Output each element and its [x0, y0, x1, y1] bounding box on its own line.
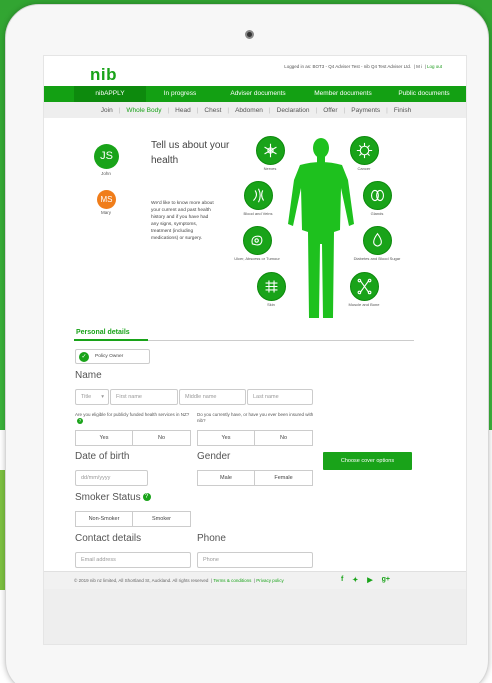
question-insured-nib: Do you currently have, or have you ever … — [197, 412, 314, 423]
member-name-john: John — [101, 171, 111, 176]
step-join[interactable]: Join — [95, 107, 119, 114]
name-heading: Name — [75, 370, 102, 381]
question-public-health: Are you eligible for publicly funded hea… — [75, 412, 190, 424]
facebook-icon[interactable]: f — [341, 576, 343, 584]
public-health-no[interactable]: No — [133, 430, 191, 446]
policy-owner-checkbox[interactable]: ✓ Policy Owner — [75, 349, 150, 364]
gender-male[interactable]: Male — [197, 470, 255, 486]
help-icon[interactable]: ? — [77, 418, 83, 424]
phone-input[interactable]: Phone — [197, 552, 313, 568]
title-select[interactable]: Title ▾ — [75, 389, 109, 405]
nerves-icon — [255, 136, 285, 165]
last-name-input[interactable]: Last name — [247, 389, 313, 405]
category-diabetes[interactable]: Diabetes and Blood Sugar — [349, 226, 405, 261]
contact-heading: Contact details — [75, 533, 142, 544]
step-chest[interactable]: Chest — [198, 107, 227, 114]
health-description: We'd like to know more about your curren… — [151, 201, 214, 241]
chevron-down-icon: ▾ — [101, 394, 104, 400]
step-abdomen[interactable]: Abdomen — [229, 107, 269, 114]
first-name-input[interactable]: First name — [110, 389, 178, 405]
health-title: Tell us about your health — [151, 140, 230, 166]
insured-toggle: Yes No — [197, 430, 313, 446]
category-skin[interactable]: Skin — [251, 272, 291, 307]
nav-public-documents[interactable]: Public documents — [384, 86, 464, 102]
middle-name-input[interactable]: Middle name — [179, 389, 246, 405]
nav-in-progress[interactable]: In progress — [146, 86, 214, 102]
step-head[interactable]: Head — [169, 107, 197, 114]
smoker-option[interactable]: Smoker — [133, 511, 191, 527]
smoker-toggle: Non-Smoker Smoker — [75, 511, 191, 527]
account-bar: Logged in as: BOT3 - Q4 Adviser Test - n… — [284, 64, 442, 69]
step-payments[interactable]: Payments — [345, 107, 386, 114]
diabetes-icon — [362, 226, 392, 255]
social-links: f ✦ ▶ g+ — [341, 576, 390, 584]
check-icon: ✓ — [79, 351, 89, 362]
member-name-mary: Mary — [101, 210, 111, 215]
category-blood-veins[interactable]: Blood and Veins — [236, 181, 280, 216]
app-screen: nib Logged in as: BOT3 - Q4 Adviser Test… — [43, 55, 467, 645]
phone-heading: Phone — [197, 533, 226, 544]
step-whole-body[interactable]: Whole Body — [120, 107, 167, 114]
gender-heading: Gender — [197, 451, 231, 462]
tab-active-indicator — [74, 339, 148, 341]
step-declaration[interactable]: Declaration — [271, 107, 316, 114]
dob-heading: Date of birth — [75, 451, 130, 462]
google-plus-icon[interactable]: g+ — [382, 576, 390, 584]
policy-owner-label: Policy Owner — [95, 354, 124, 359]
public-health-toggle: Yes No — [75, 430, 191, 446]
insured-no[interactable]: No — [255, 430, 313, 446]
blood-veins-icon — [243, 181, 273, 210]
insured-yes[interactable]: Yes — [197, 430, 255, 446]
category-muscle-bone[interactable]: Muscle and Bone — [340, 272, 388, 307]
logged-in-text: Logged in as: BOT3 - Q4 Adviser Test - n… — [284, 64, 412, 69]
cancer-icon — [349, 136, 379, 165]
logout-link[interactable]: Log out — [427, 64, 442, 69]
step-offer[interactable]: Offer — [317, 107, 343, 114]
step-finish[interactable]: Finish — [388, 107, 417, 114]
tab-personal-details[interactable]: Personal details — [76, 329, 130, 336]
camera-icon — [245, 30, 254, 39]
tablet-frame: nib Logged in as: BOT3 - Q4 Adviser Test… — [5, 4, 489, 683]
category-ulcer-abscess-tumour[interactable]: Ulcer, Abscess or Tumour — [229, 226, 285, 261]
nav-adviser-documents[interactable]: Adviser documents — [214, 86, 302, 102]
glands-icon — [362, 181, 392, 210]
help-icon[interactable]: ? — [142, 493, 151, 502]
terms-link[interactable]: Terms & conditions — [213, 578, 251, 583]
step-nav: Join | Whole Body | Head | Chest | Abdomen | … — [44, 102, 466, 118]
category-cancer[interactable]: Cancer — [344, 136, 384, 171]
dob-input[interactable]: dd/mm/yyyy — [75, 470, 148, 486]
youtube-icon[interactable]: ▶ — [367, 576, 372, 584]
public-health-yes[interactable]: Yes — [75, 430, 133, 446]
skin-icon — [256, 272, 286, 301]
twitter-icon[interactable]: ✦ — [352, 576, 358, 584]
ulcer-icon — [242, 226, 272, 255]
nav-nibapply[interactable]: nibAPPLY — [74, 86, 146, 102]
member-avatar-mary[interactable]: MS — [97, 190, 116, 209]
muscle-bone-icon — [349, 272, 379, 301]
privacy-link[interactable]: Privacy policy — [256, 578, 284, 583]
main-nav: nibAPPLY In progress Adviser documents M… — [44, 86, 466, 102]
gender-toggle: Male Female — [197, 470, 313, 486]
member-avatar-john[interactable]: JS — [94, 144, 119, 169]
nib-logo[interactable]: nib — [90, 65, 117, 85]
smoker-heading: Smoker Status? — [75, 492, 151, 503]
non-smoker-option[interactable]: Non-Smoker — [75, 511, 133, 527]
language-toggle[interactable]: M i — [416, 64, 422, 69]
category-nerves[interactable]: Nerves — [250, 136, 290, 171]
category-glands[interactable]: Glands — [357, 181, 397, 216]
nav-member-documents[interactable]: Member documents — [302, 86, 384, 102]
footer: © 2019 nib nz limited, All Shortland St,… — [44, 571, 466, 589]
email-input[interactable]: Email address — [75, 552, 191, 568]
gender-female[interactable]: Female — [255, 470, 313, 486]
footer-copyright: © 2019 nib nz limited, All Shortland St,… — [74, 578, 209, 583]
choose-cover-options-button[interactable]: Choose cover options — [323, 452, 412, 470]
